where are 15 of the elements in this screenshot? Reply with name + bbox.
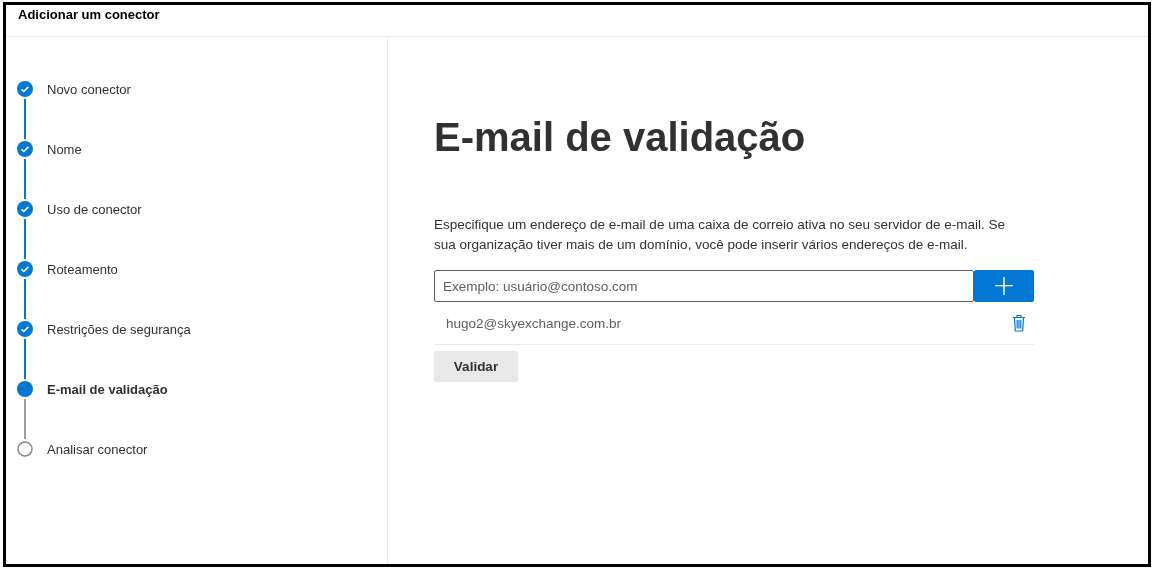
step-label: Novo conector [47,81,131,97]
step-label: Analisar conector [47,441,148,457]
validate-button[interactable]: Validar [434,351,518,382]
email-address: hugo2@skyexchange.com.br [446,315,622,331]
step-label: Restrições de segurança [47,321,191,337]
page-heading: E-mail de validação [434,115,807,160]
step-label: Nome [47,141,82,157]
window-title: Adicionar um conector [18,7,160,22]
trash-icon[interactable] [1012,314,1026,332]
step-label: Uso de conector [47,201,142,217]
description: Especifique um endereço de e-mail de uma caixa de correio ativa no seu servidor de e-mail. Se sua organização tiver mais de um domínio, você pode inserir vários endereços de e-mail. [434,216,1007,254]
step-label: Roteamento [47,261,118,277]
email-input-field[interactable]: Exemplo: usuário@contoso.com [434,270,974,302]
step-label: E-mail de validação [47,381,168,397]
add-button[interactable]: + [974,270,1034,302]
